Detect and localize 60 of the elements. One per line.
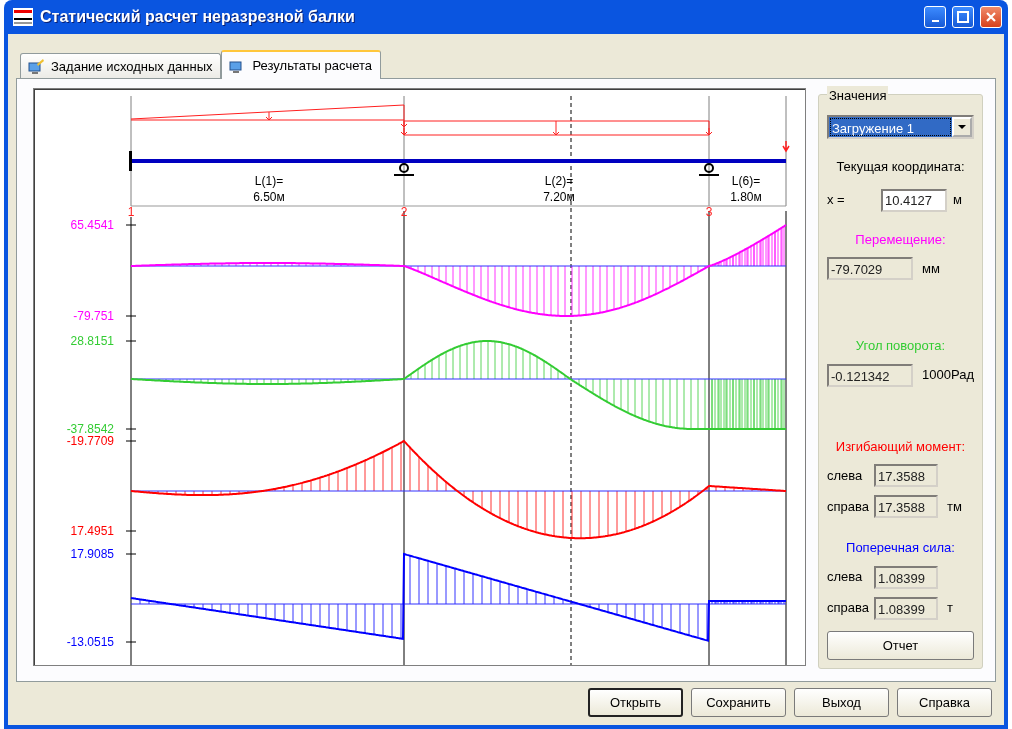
span-label: L(6)= xyxy=(731,174,761,188)
side-label: справа xyxy=(827,497,870,516)
roller-support-icon xyxy=(393,163,415,176)
node-number: 2 xyxy=(400,205,408,219)
max-value-label: 28.8151 xyxy=(70,334,114,348)
section-title: Поперечная сила: xyxy=(845,539,956,557)
value-field: 17.3588 xyxy=(874,495,938,518)
roller-support-icon xyxy=(698,163,720,176)
minimize-icon xyxy=(931,20,939,22)
span-label: L(2)= xyxy=(544,174,574,188)
minimize-button[interactable] xyxy=(924,6,946,28)
max-value-label: 65.4541 xyxy=(70,218,114,232)
dialog-button[interactable]: Открыть xyxy=(588,688,683,717)
section-title: Изгибающий момент: xyxy=(834,437,967,456)
section-title: Перемещение: xyxy=(854,230,947,249)
tab[interactable]: Результаты расчета xyxy=(221,50,381,79)
unit-label: 1000Рад xyxy=(922,366,974,385)
min-value-label: -13.0515 xyxy=(66,635,114,649)
unit-label: т xyxy=(947,599,953,618)
load-case-dropdown[interactable]: Загружение 1 xyxy=(827,115,974,139)
coordinate-title: Текущая координата: xyxy=(835,158,966,176)
min-value-label: 17.4951 xyxy=(70,524,114,538)
value-field: -79.7029 xyxy=(827,257,913,280)
node-number: 3 xyxy=(705,205,713,219)
span-length: 7.20м xyxy=(543,190,575,204)
coordinate-input[interactable]: 10.4127 xyxy=(881,188,948,212)
report-button[interactable]: Отчет xyxy=(827,631,974,660)
dialog-button[interactable]: Выход xyxy=(794,688,889,717)
unit-label: м xyxy=(953,191,962,210)
value-field: -0.121342 xyxy=(827,363,913,387)
min-value-label: -79.751 xyxy=(73,309,114,323)
app-icon xyxy=(12,7,34,27)
max-value-label: 17.9085 xyxy=(70,547,114,561)
side-label: слева xyxy=(827,568,864,587)
min-value-label: -37.8542 xyxy=(66,422,114,436)
unit-label: мм xyxy=(922,259,940,278)
value-field: 17.3588 xyxy=(874,464,938,487)
point-load-icon xyxy=(782,140,790,153)
dialog-button[interactable]: Справка xyxy=(897,688,992,717)
maximize-button[interactable] xyxy=(952,6,974,28)
monitor-pencil-icon xyxy=(27,57,45,76)
fixed-support-icon xyxy=(129,151,132,171)
window-title: Статический расчет неразрезной балки xyxy=(40,7,356,27)
max-value-label: -19.7709 xyxy=(66,434,114,448)
side-label: справа xyxy=(827,599,870,618)
value-field: 1.08399 xyxy=(874,565,938,589)
unit-label: тм xyxy=(947,497,962,516)
span-length: 1.80м xyxy=(730,190,762,204)
node-number: 1 xyxy=(127,205,135,219)
side-label: слева xyxy=(827,466,864,485)
x-label: x = xyxy=(827,191,845,210)
span-length: 6.50м xyxy=(253,190,285,204)
close-icon xyxy=(985,11,997,23)
close-button[interactable] xyxy=(980,6,1002,28)
dialog-button[interactable]: Сохранить xyxy=(691,688,786,717)
span-label: L(1)= xyxy=(254,174,284,188)
tab[interactable]: Задание исходных данных xyxy=(20,53,222,78)
value-field: 1.08399 xyxy=(874,596,938,620)
maximize-icon xyxy=(957,11,969,23)
section-title: Угол поворота: xyxy=(854,337,947,355)
